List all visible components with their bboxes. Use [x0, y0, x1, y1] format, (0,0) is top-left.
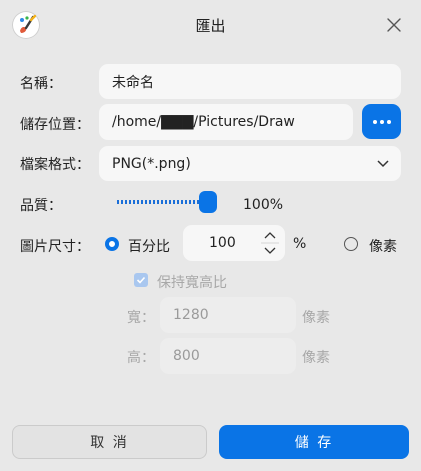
keep-ratio-checkbox[interactable] [134, 273, 148, 287]
quality-value: 100% [243, 197, 284, 213]
stepper-up-icon[interactable] [264, 232, 276, 239]
keep-ratio-label: 保持寬高比 [157, 275, 227, 291]
percent-radio[interactable] [105, 237, 119, 251]
percent-value: 100 [209, 235, 236, 251]
browse-button[interactable] [362, 104, 401, 139]
save-button[interactable]: 儲 存 [219, 425, 409, 459]
file-format-label: 檔案格式： [20, 157, 90, 173]
width-input[interactable]: 1280 [160, 297, 296, 333]
chevron-down-icon [377, 160, 389, 168]
slider-fill [117, 200, 208, 204]
percent-stepper[interactable] [257, 225, 283, 261]
width-value: 1280 [173, 307, 209, 323]
height-input[interactable]: 800 [160, 338, 296, 374]
save-location-label: 儲存位置： [20, 117, 90, 133]
image-size-label: 圖片尺寸： [20, 239, 90, 255]
dialog-title: 匯出 [195, 17, 226, 35]
height-value: 800 [173, 348, 200, 364]
stepper-down-icon[interactable] [264, 247, 276, 254]
cancel-button[interactable]: 取 消 [12, 425, 207, 459]
ellipsis-icon [371, 119, 392, 124]
title-bar: 匯出 [0, 0, 421, 50]
height-label: 高： [127, 350, 155, 366]
close-button[interactable] [382, 13, 406, 37]
width-label: 寬： [127, 310, 155, 326]
pixels-radio-label: 像素 [369, 239, 397, 255]
percent-radio-label: 百分比 [128, 239, 170, 255]
percent-unit: % [293, 236, 307, 252]
quality-slider[interactable] [117, 191, 217, 213]
export-dialog: 匯出 名稱： 未命名 儲存位置： /home/▇▇▇/Pictures/Draw… [0, 0, 421, 471]
save-location-value: /home/▇▇▇/Pictures/Draw [112, 114, 295, 130]
quality-label: 品質： [20, 198, 62, 214]
file-format-value: PNG(*.png) [112, 155, 191, 172]
checkmark-icon [136, 276, 146, 284]
file-format-select[interactable]: PNG(*.png) [99, 146, 401, 181]
save-location-input[interactable]: /home/▇▇▇/Pictures/Draw [99, 104, 353, 140]
pixels-radio[interactable] [344, 237, 358, 251]
name-label: 名稱： [20, 76, 62, 92]
name-input[interactable]: 未命名 [99, 64, 401, 99]
name-value: 未命名 [112, 74, 154, 91]
close-icon [387, 18, 401, 32]
height-unit: 像素 [302, 350, 330, 366]
slider-thumb[interactable] [199, 191, 217, 213]
width-unit: 像素 [302, 310, 330, 326]
